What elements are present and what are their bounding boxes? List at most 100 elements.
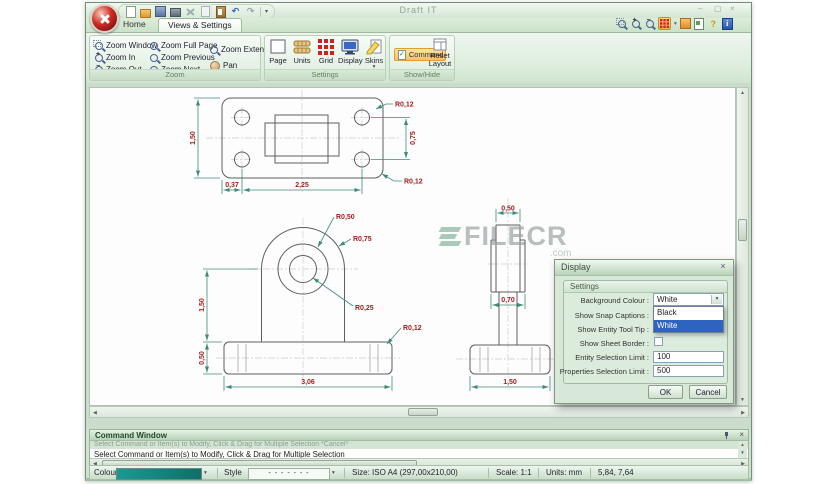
background-colour-combobox[interactable]: White ▾ — [653, 293, 724, 306]
horizontal-scrollbar[interactable]: ◀ ▶ — [89, 406, 749, 418]
grid-icon — [660, 19, 669, 28]
command-scroll-buttons[interactable]: ▲ ▼ — [738, 441, 747, 458]
info-icon[interactable]: i — [721, 17, 733, 30]
style-pattern-box[interactable]: - - - - - - - — [248, 468, 330, 480]
reset-layout-icon — [433, 38, 447, 51]
zoom-previous-icon — [150, 53, 158, 62]
combobox-caret-icon[interactable]: ▾ — [711, 295, 722, 304]
entity-limit-label: Entity Selection Limit : — [575, 353, 649, 362]
scroll-left-icon[interactable]: ◀ — [93, 410, 97, 416]
copy-icon[interactable] — [200, 6, 211, 17]
cancel-button[interactable]: Cancel — [689, 385, 727, 399]
save-icon[interactable] — [155, 6, 166, 17]
svg-text:0,70: 0,70 — [501, 297, 515, 304]
qat-separator — [260, 6, 261, 17]
zoom-out-icon[interactable] — [644, 17, 655, 29]
svg-text:0,75: 0,75 — [410, 131, 417, 145]
zoom-in-button[interactable]: Zoom In — [95, 51, 135, 63]
sheet-border-checkbox[interactable] — [654, 337, 663, 346]
command-close-icon[interactable]: × — [739, 430, 744, 439]
display-button[interactable]: Display — [338, 39, 363, 72]
skins-icon — [366, 39, 382, 55]
display-icon — [341, 39, 359, 55]
svg-text:0,50: 0,50 — [199, 351, 206, 365]
maximize-icon[interactable]: ▢ — [714, 4, 722, 13]
paste-icon[interactable] — [215, 5, 226, 18]
workspace: 1,50 0,75 0,37 2,25 R0,12 R0,12 1,50 0,5… — [86, 83, 751, 429]
skins-button[interactable]: Skins ▾ — [362, 39, 386, 72]
properties-limit-input[interactable]: 500 — [653, 365, 724, 377]
document-icon[interactable] — [694, 17, 705, 30]
new-file-icon[interactable] — [125, 5, 136, 18]
dialog-close-icon[interactable]: × — [717, 261, 729, 272]
page-button[interactable]: Page — [266, 39, 290, 72]
undo-icon[interactable]: ↶ — [230, 6, 241, 17]
colour-label: Colour — [94, 468, 118, 477]
watermark-suffix: .com — [549, 248, 572, 259]
zoom-extents-button[interactable]: Zoom Extents — [210, 44, 270, 55]
command-scroll-up-icon[interactable]: ▲ — [740, 442, 744, 447]
dropdown-option-white[interactable]: White — [654, 319, 723, 332]
units-button[interactable]: Units — [290, 39, 314, 72]
grid-toggle-icon[interactable] — [658, 17, 671, 30]
zoom-window-button[interactable]: Zoom Window — [93, 39, 157, 51]
vertical-scroll-thumb[interactable] — [738, 219, 747, 241]
qat-customize-caret-icon[interactable]: ▾ — [265, 8, 268, 15]
watermark-logo — [438, 225, 462, 248]
cut-icon[interactable] — [185, 6, 196, 17]
scroll-right-icon[interactable]: ▶ — [741, 410, 745, 416]
svg-text:1,50: 1,50 — [190, 131, 197, 145]
application-menu-button[interactable] — [90, 4, 119, 33]
colour-caret-icon[interactable]: ▾ — [204, 470, 207, 476]
tab-home[interactable]: Home — [114, 18, 155, 31]
print-icon[interactable] — [170, 6, 181, 17]
tab-views-settings[interactable]: Views & Settings — [158, 18, 242, 32]
open-file-icon[interactable] — [140, 6, 151, 18]
grid-button[interactable]: Grid — [314, 39, 338, 72]
units-icon — [293, 40, 311, 54]
scale-indicator: Scale: 1:1 — [496, 468, 532, 477]
redo-icon[interactable]: ↷ — [245, 6, 256, 17]
entity-tooltip-label: Show Entity Tool Tip : — [577, 325, 649, 334]
zoom-in-icon[interactable] — [630, 17, 641, 29]
ok-button[interactable]: OK — [648, 385, 683, 399]
close-icon[interactable]: × — [730, 4, 735, 13]
style-caret-icon[interactable]: ▾ — [332, 470, 335, 476]
command-prompt-line[interactable]: Select Command or Item(s) to Modify, Cli… — [90, 449, 748, 458]
minimize-icon[interactable]: – — [698, 4, 702, 13]
scroll-up-icon[interactable]: ▲ — [740, 90, 745, 96]
svg-text:0,37: 0,37 — [225, 182, 239, 189]
svg-text:1,50: 1,50 — [503, 379, 517, 386]
zoom-window-icon — [93, 39, 103, 50]
background-colour-label: Background Colour : — [580, 296, 649, 305]
ribbon: Zoom Window Zoom In Zoom Out Zoom Full P… — [86, 32, 751, 85]
units-indicator: Units: mm — [546, 468, 582, 477]
dropdown-option-black[interactable]: Black — [654, 307, 723, 320]
dialog-title-bar[interactable]: Display × — [555, 260, 733, 276]
zoom-window-icon[interactable] — [615, 17, 627, 29]
svg-text:R0,25: R0,25 — [355, 305, 374, 312]
zoom-full-page-button[interactable]: Zoom Full Page — [150, 40, 217, 51]
svg-text:3,06: 3,06 — [301, 379, 315, 386]
colour-swatch[interactable] — [116, 468, 202, 480]
zoom-previous-button[interactable]: Zoom Previous — [150, 52, 215, 63]
picture-icon[interactable] — [679, 18, 691, 29]
sheet-size: Size: ISO A4 (297,00x210,00) — [352, 468, 458, 477]
scroll-down-icon[interactable]: ▼ — [740, 397, 745, 403]
entity-limit-input[interactable]: 100 — [653, 351, 724, 363]
command-scroll-down-icon[interactable]: ▼ — [740, 450, 744, 455]
style-label: Style — [224, 468, 242, 477]
grid-caret-icon[interactable]: ▾ — [674, 21, 677, 27]
app-window: Draft IT – ▢ × ↶ ↷ ▾ Home Views & Settin… — [85, 2, 752, 481]
horizontal-scroll-thumb[interactable] — [408, 408, 438, 416]
command-window-title: Command Window — [95, 431, 167, 440]
svg-text:2,25: 2,25 — [295, 182, 309, 189]
command-window-header[interactable]: Command Window × — [90, 430, 748, 441]
help-icon[interactable]: ? — [708, 18, 719, 29]
reset-layout-button[interactable]: Reset Layout — [426, 37, 454, 71]
sheet-border-label: Show Sheet Border : — [579, 339, 649, 348]
vertical-scrollbar[interactable]: ▲ ▼ — [736, 87, 749, 406]
pin-icon[interactable] — [723, 432, 730, 439]
combobox-value: White — [657, 295, 678, 304]
ribbon-group-zoom: Zoom Window Zoom In Zoom Out Zoom Full P… — [89, 35, 270, 81]
